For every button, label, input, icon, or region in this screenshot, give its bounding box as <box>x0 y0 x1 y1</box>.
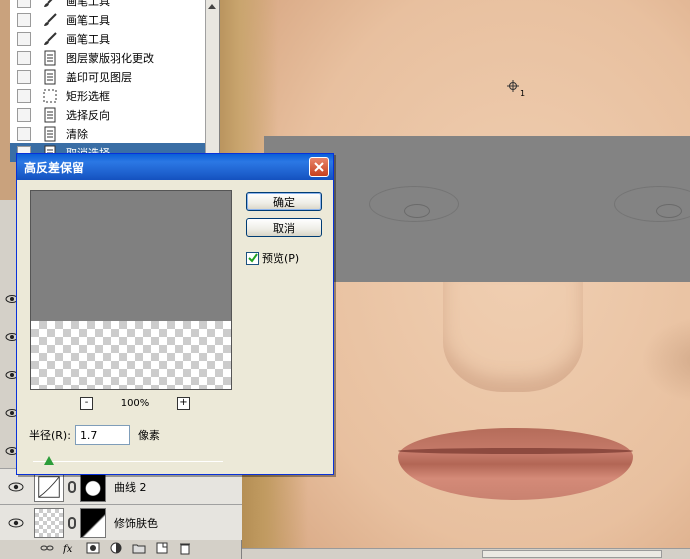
history-checkbox[interactable] <box>17 107 31 122</box>
color-sampler-cursor-icon <box>507 80 519 92</box>
adjustment-layer-icon[interactable] <box>109 541 123 555</box>
right-pupil-outline <box>656 204 682 218</box>
ok-button[interactable]: 确定 <box>246 192 322 211</box>
layer-mask-thumbnail[interactable] <box>80 507 106 538</box>
layer-row[interactable]: 修饰肤色 <box>0 504 242 540</box>
radius-unit: 像素 <box>137 429 160 442</box>
high-pass-dialog: 高反差保留 - 100% + 半径(R): 像素 确定 取消 预览(P) <box>16 153 334 475</box>
cursor-subscript: 1 <box>520 89 526 98</box>
history-item[interactable]: 画笔工具 <box>10 0 206 10</box>
fx-icon[interactable]: fx <box>63 541 77 555</box>
document-icon <box>44 69 56 84</box>
preview-label: 预览(P) <box>262 252 300 265</box>
lip-line <box>398 448 633 454</box>
link-icon[interactable] <box>68 480 76 493</box>
history-checkbox[interactable] <box>17 69 31 84</box>
canvas-horizontal-scrollbar[interactable] <box>242 548 690 559</box>
brush-icon <box>44 12 57 26</box>
zoom-out-button[interactable]: - <box>80 396 93 410</box>
layer-name: 修饰肤色 <box>114 516 158 530</box>
slider-track <box>33 461 223 462</box>
marquee-icon <box>43 89 57 102</box>
history-item[interactable]: 画笔工具 <box>10 29 206 48</box>
history-checkbox[interactable] <box>17 126 31 141</box>
right-eye-outline <box>614 186 690 222</box>
dialog-titlebar[interactable]: 高反差保留 <box>17 154 333 180</box>
history-item[interactable]: 清除 <box>10 124 206 143</box>
zoom-in-button[interactable]: + <box>177 396 190 410</box>
layers-toolbar: fx <box>40 538 240 558</box>
radius-label: 半径(R): <box>29 429 71 442</box>
history-item[interactable]: 盖印可见图层 <box>10 67 206 86</box>
nose <box>443 282 583 392</box>
history-item[interactable]: 图层蒙版羽化更改 <box>10 48 206 67</box>
history-checkbox[interactable] <box>17 0 31 8</box>
group-folder-icon[interactable] <box>132 541 146 555</box>
eye-icon[interactable] <box>6 481 26 493</box>
layer-name: 曲线 2 <box>114 480 147 494</box>
link-layers-icon[interactable] <box>40 541 54 555</box>
add-mask-icon[interactable] <box>86 541 100 555</box>
preview-checkbox[interactable] <box>246 251 259 265</box>
curves-adjustment-icon <box>34 471 64 502</box>
checkmark-icon <box>247 253 258 263</box>
cancel-button[interactable]: 取消 <box>246 218 322 237</box>
history-checkbox[interactable] <box>17 50 31 65</box>
history-checkbox[interactable] <box>17 88 31 103</box>
link-icon[interactable] <box>68 516 76 529</box>
document-icon <box>44 107 56 122</box>
preview-toggle[interactable]: 预览(P) <box>246 250 299 266</box>
radius-control: 半径(R): 像素 <box>29 425 160 445</box>
history-item[interactable]: 画笔工具 <box>10 10 206 29</box>
history-checkbox[interactable] <box>17 31 31 46</box>
preview-zoom-controls: - 100% + <box>80 395 190 411</box>
transparent-layer-thumbnail[interactable] <box>34 507 64 538</box>
document-icon <box>44 126 56 141</box>
brush-icon <box>44 0 52 7</box>
scroll-up-icon[interactable] <box>208 4 216 9</box>
zoom-level: 100% <box>120 397 150 409</box>
left-pupil-outline <box>404 204 430 218</box>
filter-preview-window[interactable] <box>30 190 232 390</box>
eye-icon[interactable] <box>6 517 26 529</box>
new-layer-icon[interactable] <box>155 541 169 555</box>
history-item[interactable]: 矩形选框 <box>10 86 206 105</box>
radius-slider[interactable] <box>33 456 223 468</box>
history-scrollbar[interactable] <box>205 0 219 158</box>
close-button[interactable] <box>309 157 329 177</box>
dialog-title: 高反差保留 <box>24 160 85 175</box>
preview-gray-area <box>31 191 231 321</box>
scroll-thumb[interactable] <box>482 550 662 558</box>
layer-mask-thumbnail[interactable] <box>80 471 106 502</box>
history-item[interactable]: 选择反向 <box>10 105 206 124</box>
history-list: 画笔工具 画笔工具 画笔工具 图层蒙版羽化更改 盖印可见图层 矩形选框 选择反向… <box>10 0 206 162</box>
lips <box>398 428 633 500</box>
preview-transparent-area <box>31 321 231 389</box>
slider-knob[interactable] <box>44 456 55 465</box>
history-panel: 画笔工具 画笔工具 画笔工具 图层蒙版羽化更改 盖印可见图层 矩形选框 选择反向… <box>10 0 220 162</box>
radius-input[interactable] <box>74 425 130 445</box>
history-checkbox[interactable] <box>17 12 31 27</box>
document-icon <box>44 50 56 65</box>
svg-text:fx: fx <box>63 544 73 555</box>
trash-icon[interactable] <box>178 541 192 555</box>
close-icon <box>314 162 324 172</box>
brush-icon <box>44 31 57 45</box>
